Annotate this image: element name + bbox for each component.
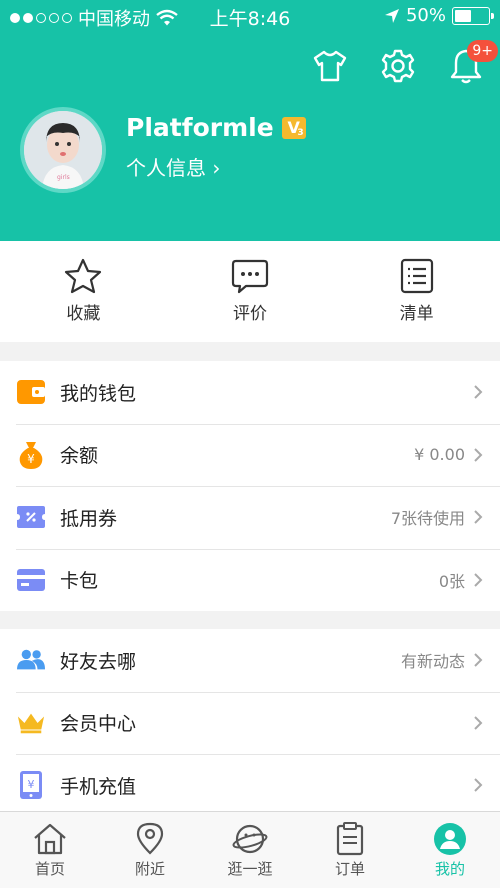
status-right: 50% [384, 5, 494, 26]
header-actions: 9+ [310, 40, 498, 86]
svg-text:¥: ¥ [28, 778, 35, 791]
location-icon [136, 822, 164, 855]
vip-badge: V 3 [281, 116, 306, 139]
location-arrow-icon [384, 8, 399, 23]
tab-explore-label: 逛一逛 [227, 860, 273, 878]
reviews-button[interactable]: 评价 [167, 241, 334, 342]
tab-explore[interactable]: 逛一逛 [200, 812, 300, 888]
cards-value: 0张 [438, 571, 465, 591]
tab-nearby[interactable]: 附近 [100, 812, 200, 888]
phone-recharge-icon: ¥ [17, 771, 45, 800]
profile-header: 中国移动 上午8:46 50% 9+ girls Platformle V 3 … [0, 0, 500, 241]
coupons-label: 抵用券 [60, 507, 118, 530]
avatar-photo: girls [24, 111, 102, 189]
planet-icon [232, 824, 268, 854]
profile-info-link[interactable]: 个人信息 › [126, 152, 220, 181]
chevron-right-icon [473, 652, 485, 668]
wallet-icon [17, 378, 45, 406]
tab-orders-label: 订单 [334, 860, 365, 878]
battery-percent: 50% [405, 5, 446, 26]
friends-label: 好友去哪 [60, 650, 137, 673]
cards-label: 卡包 [60, 570, 99, 593]
favorites-label: 收藏 [66, 304, 101, 324]
recharge-label: 手机充值 [60, 775, 137, 798]
chevron-right-icon [473, 572, 485, 588]
reviews-label: 评价 [233, 304, 267, 324]
notification-badge: 9+ [467, 40, 498, 62]
list-button[interactable]: 清单 [333, 241, 500, 342]
order-icon [336, 822, 364, 856]
list-label: 清单 [399, 304, 434, 324]
chevron-right-icon [473, 384, 485, 400]
money-bag-icon: ¥ [17, 441, 45, 469]
services-group: 好友去哪 有新动态 会员中心 ¥ 手机充值 [0, 629, 500, 817]
username-text: Platformle [126, 113, 274, 142]
chevron-right-icon [473, 509, 485, 525]
tab-home-label: 首页 [34, 860, 65, 878]
list-item-recharge[interactable]: ¥ 手机充值 [0, 754, 500, 817]
comment-icon [231, 259, 269, 294]
settings-button[interactable] [378, 46, 418, 86]
tab-profile-label: 我的 [434, 860, 465, 878]
wallet-group: 我的钱包 ¥ 余额 ¥ 0.00 抵用券 7张待使用 卡包 0张 [0, 361, 500, 611]
tab-bar: 首页 附近 逛一逛 订单 我的 [0, 811, 500, 888]
coupons-value: 7张待使用 [390, 509, 465, 529]
friends-value: 有新动态 [400, 652, 465, 672]
chevron-right-icon [473, 777, 485, 793]
quick-actions: 收藏 评价 清单 [0, 241, 500, 342]
list-item-balance[interactable]: ¥ 余额 ¥ 0.00 [0, 423, 500, 487]
username: Platformle V 3 [126, 113, 306, 142]
list-item-coupons[interactable]: 抵用券 7张待使用 [0, 486, 500, 549]
notifications-button[interactable]: 9+ [446, 40, 498, 86]
friends-icon [17, 646, 45, 674]
profile-icon [434, 823, 466, 855]
battery-icon [452, 6, 494, 25]
card-icon [17, 566, 45, 594]
coupon-icon [17, 503, 45, 531]
tab-nearby-label: 附近 [134, 860, 165, 878]
tab-orders[interactable]: 订单 [300, 812, 400, 888]
balance-value: ¥ 0.00 [414, 445, 465, 465]
chevron-right-icon [473, 447, 485, 463]
svg-text:girls: girls [57, 174, 70, 181]
outfit-button[interactable] [310, 46, 350, 86]
list-item-membership[interactable]: 会员中心 [0, 691, 500, 755]
balance-label: 余额 [60, 445, 99, 468]
home-icon [34, 823, 66, 855]
favorites-button[interactable]: 收藏 [0, 241, 167, 342]
list-item-friends[interactable]: 好友去哪 有新动态 [0, 629, 500, 692]
wallet-label: 我的钱包 [60, 382, 137, 405]
gear-icon [381, 49, 415, 83]
membership-label: 会员中心 [60, 713, 137, 736]
list-icon [400, 258, 433, 294]
profile-info-label: 个人信息 › [126, 156, 221, 180]
list-item-cards[interactable]: 卡包 0张 [0, 548, 500, 612]
vip-level: 3 [297, 127, 304, 138]
status-bar: 中国移动 上午8:46 50% [0, 0, 500, 32]
tab-profile[interactable]: 我的 [400, 812, 500, 888]
star-icon [65, 258, 102, 294]
crown-icon [17, 709, 45, 737]
avatar[interactable]: girls [20, 107, 106, 193]
tshirt-icon [313, 50, 347, 82]
list-item-wallet[interactable]: 我的钱包 [0, 361, 500, 424]
chevron-right-icon [473, 715, 485, 731]
tab-home[interactable]: 首页 [0, 812, 100, 888]
svg-text:¥: ¥ [27, 452, 35, 466]
